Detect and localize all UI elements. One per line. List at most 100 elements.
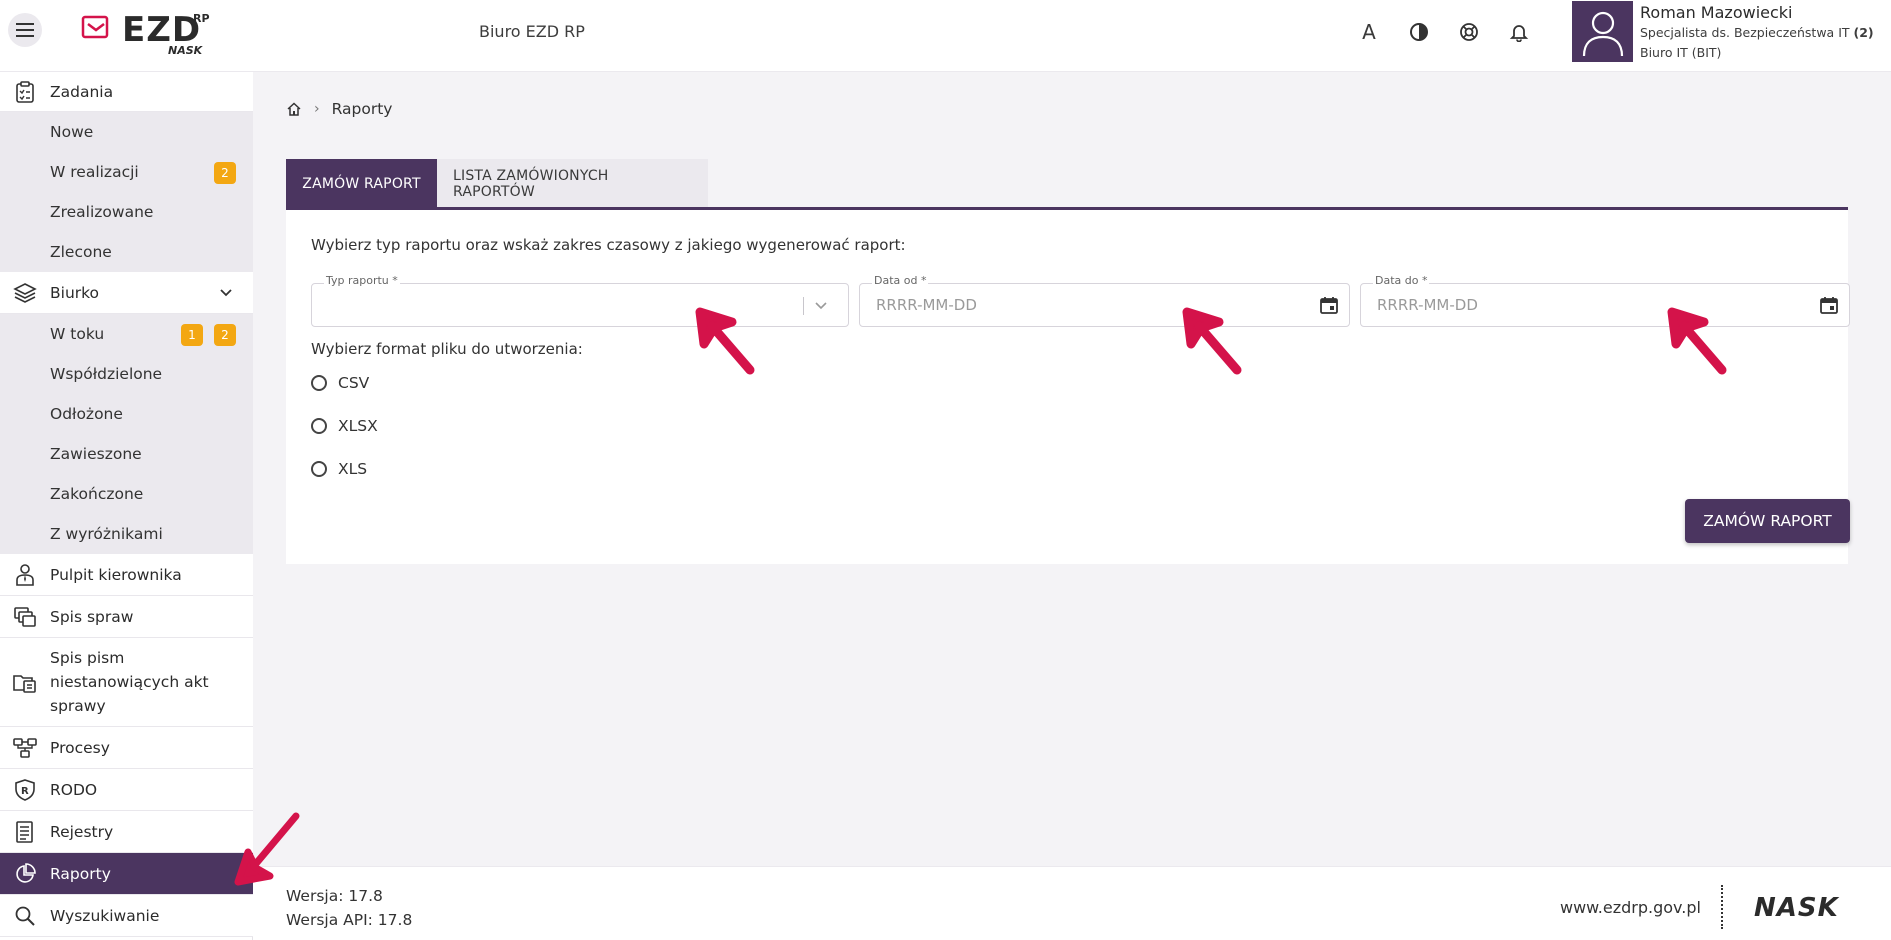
font-size-icon: A <box>1362 20 1376 44</box>
date-to-label: Data do * <box>1373 274 1430 287</box>
help-button[interactable] <box>1457 20 1481 44</box>
chevron-down-icon[interactable] <box>219 288 233 298</box>
radio-circle-icon[interactable] <box>311 375 327 391</box>
sidebar-subitem-z-wyroznikami[interactable]: Z wyróżnikami <box>0 514 253 554</box>
site-link[interactable]: www.ezdrp.gov.pl <box>1560 898 1701 917</box>
annotation-arrow-icon <box>234 812 300 886</box>
sidebar-item-wyszukiwanie[interactable]: Wyszukiwanie <box>0 895 253 937</box>
user-name[interactable]: Roman Mazowiecki <box>1640 3 1792 22</box>
breadcrumb: › Raporty <box>286 100 392 118</box>
sidebar-item-rodo[interactable]: R RODO <box>0 769 253 811</box>
pie-chart-icon <box>16 862 36 883</box>
sidebar-sublabel: W toku <box>50 325 105 343</box>
count-badge: 2 <box>214 162 236 184</box>
radio-label: CSV <box>338 374 370 392</box>
tab-order-report[interactable]: ZAMÓW RAPORT <box>286 159 437 209</box>
sidebar-label-spis-pism: Spis pism niestanowiących akt sprawy <box>50 649 209 715</box>
sidebar-sublabel: Zrealizowane <box>50 203 154 221</box>
logo-sup: RP <box>193 12 210 25</box>
user-role-text: Specjalista ds. Bezpieczeństwa IT <box>1640 25 1850 40</box>
sidebar-label-spis-spraw: Spis spraw <box>50 607 134 626</box>
sidebar-label-pulpit: Pulpit kierownika <box>50 565 182 584</box>
sidebar-label-raporty: Raporty <box>50 864 111 883</box>
chevron-down-icon <box>815 302 827 310</box>
count-badge: 1 <box>181 324 203 346</box>
sidebar-label-biurko: Biurko <box>50 283 100 302</box>
sidebar-item-spis-spraw[interactable]: Spis spraw <box>0 596 253 638</box>
sidebar-item-raporty[interactable]: Raporty <box>0 853 253 895</box>
hamburger-menu-button[interactable] <box>8 13 42 47</box>
user-role-count: (2) <box>1853 25 1874 40</box>
sidebar-item-pulpit-kierownika[interactable]: Pulpit kierownika <box>0 554 253 596</box>
breadcrumb-separator-icon: › <box>314 101 320 117</box>
date-from-field[interactable]: Data od * RRRR-MM-DD <box>859 274 1350 327</box>
date-to-field[interactable]: Data do * RRRR-MM-DD <box>1360 274 1850 327</box>
home-icon[interactable] <box>286 101 302 117</box>
sidebar-sublabel: W realizacji <box>50 163 139 181</box>
contrast-button[interactable] <box>1407 20 1431 44</box>
sidebar-item-rejestry[interactable]: Rejestry <box>0 811 253 853</box>
radio-circle-icon[interactable] <box>311 461 327 477</box>
sidebar-subitem-wspoldzielone[interactable]: Współdzielone <box>0 354 253 394</box>
sidebar-item-spis-pism[interactable]: Spis pism niestanowiących akt sprawy <box>0 638 253 727</box>
logo-sub: NASK <box>168 44 203 57</box>
order-report-button[interactable]: ZAMÓW RAPORT <box>1685 499 1850 543</box>
sidebar-subitem-w-toku[interactable]: W toku 1 2 <box>0 314 253 354</box>
footer: Wersja: 17.8 Wersja API: 17.8 www.ezdrp.… <box>253 866 1891 940</box>
sidebar-subitem-nowe[interactable]: Nowe <box>0 112 253 152</box>
sidebar-subitem-odlozone[interactable]: Odłożone <box>0 394 253 434</box>
sidebar-label-rejestry: Rejestry <box>50 822 114 841</box>
sidebar-sublabel: Współdzielone <box>50 365 163 383</box>
sidebar-label-rodo: RODO <box>50 780 98 799</box>
sidebar-sublabel: Z wyróżnikami <box>50 525 163 543</box>
date-from-placeholder: RRRR-MM-DD <box>876 296 977 314</box>
notifications-button[interactable] <box>1507 20 1531 44</box>
count-badge: 2 <box>214 324 236 346</box>
annotation-arrow-icon <box>695 307 755 375</box>
clipboard-list-icon <box>16 80 34 103</box>
manager-icon <box>16 563 34 586</box>
radio-label: XLSX <box>338 417 378 435</box>
menu-icon <box>16 23 34 37</box>
register-icon <box>16 820 33 843</box>
layers-icon <box>13 282 37 303</box>
sidebar-label-zadania: Zadania <box>50 82 114 101</box>
breadcrumb-current: Raporty <box>331 100 393 118</box>
radio-label: XLS <box>338 460 368 478</box>
calendar-icon[interactable] <box>1319 295 1339 315</box>
api-version: Wersja API: 17.8 <box>286 911 413 929</box>
sidebar-sublabel: Zlecone <box>50 243 112 261</box>
lifebuoy-icon <box>1460 23 1478 41</box>
radio-xlsx[interactable]: XLSX <box>311 417 378 435</box>
radio-circle-icon[interactable] <box>311 418 327 434</box>
report-type-label: Typ raportu * <box>324 274 400 287</box>
document-folder-icon <box>13 675 36 693</box>
sidebar-item-procesy[interactable]: Procesy <box>0 727 253 769</box>
ezd-logo[interactable]: EZD RP NASK <box>80 8 220 58</box>
sidebar-item-biurko[interactable]: Biurko <box>0 272 253 314</box>
report-form-card: Wybierz typ raportu oraz wskaż zakres cz… <box>286 210 1850 564</box>
user-icon <box>1582 11 1623 56</box>
date-to-placeholder: RRRR-MM-DD <box>1377 296 1478 314</box>
sidebar-subitem-w-realizacji[interactable]: W realizacji 2 <box>0 152 253 192</box>
sidebar-subitem-zlecone[interactable]: Zlecone <box>0 232 253 272</box>
annotation-arrow-icon <box>1182 307 1242 375</box>
nask-logo: NASK <box>1754 893 1839 923</box>
folders-icon <box>14 606 36 627</box>
form-instruction: Wybierz typ raportu oraz wskaż zakres cz… <box>311 236 906 254</box>
radio-xls[interactable]: XLS <box>311 460 367 478</box>
bell-icon <box>1509 25 1529 42</box>
tab-ordered-reports-list[interactable]: LISTA ZAMÓWIONYCH RAPORTÓW <box>437 159 708 209</box>
calendar-icon[interactable] <box>1819 295 1839 315</box>
sidebar-sublabel: Zakończone <box>50 485 144 503</box>
sidebar-item-zadania[interactable]: Zadania <box>0 72 253 112</box>
font-size-button[interactable]: A <box>1357 20 1381 44</box>
date-from-label: Data od * <box>872 274 929 287</box>
annotation-arrow-icon <box>1667 307 1727 375</box>
sidebar-subitem-zakonczone[interactable]: Zakończone <box>0 474 253 514</box>
radio-csv[interactable]: CSV <box>311 374 369 392</box>
search-icon <box>15 906 35 926</box>
user-avatar[interactable] <box>1572 1 1633 62</box>
sidebar-subitem-zawieszone[interactable]: Zawieszone <box>0 434 253 474</box>
sidebar-subitem-zrealizowane[interactable]: Zrealizowane <box>0 192 253 232</box>
